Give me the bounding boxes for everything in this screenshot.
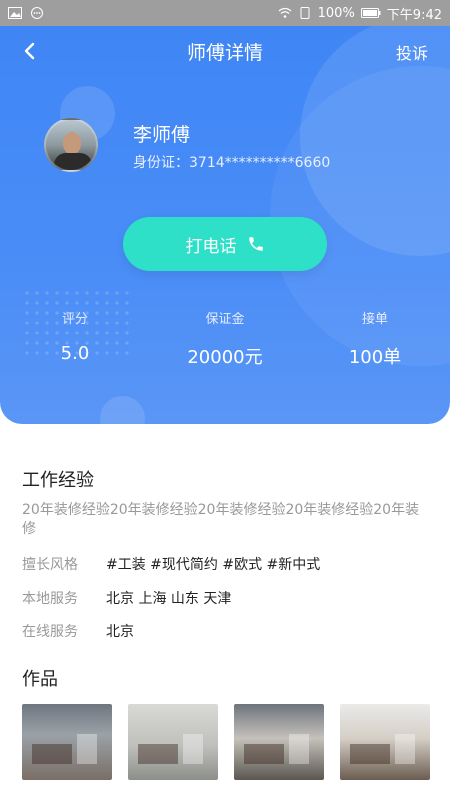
clock: 下午9:42 (386, 7, 442, 23)
section-title-experience: 工作经验 (22, 470, 94, 491)
info-value: #工装 #现代简约 #欧式 #新中式 (106, 557, 321, 573)
image-icon (8, 7, 22, 19)
stat-value: 100单 (348, 347, 402, 368)
back-button[interactable] (14, 36, 44, 66)
work-thumbnail[interactable] (234, 704, 324, 780)
message-icon (31, 7, 43, 19)
call-button-label: 打电话 (185, 236, 237, 257)
stat-orders: 接单 100单 (315, 308, 435, 369)
top-bar: 师傅详情 投诉 (0, 26, 450, 76)
stat-label: 保证金 (205, 312, 245, 327)
works-gallery (22, 704, 430, 780)
worker-name: 李师傅 (133, 124, 191, 146)
info-key: 在线服务 (22, 624, 78, 640)
stat-value: 5.0 (60, 343, 90, 364)
experience-text: 20年装修经验20年装修经验20年装修经验20年装修经验20年装修 (22, 502, 420, 537)
stat-label: 评分 (61, 312, 88, 327)
info-row-style: 擅长风格 #工装 #现代简约 #欧式 #新中式 (22, 554, 320, 574)
phone-icon (248, 237, 263, 251)
complain-button[interactable]: 投诉 (396, 40, 428, 64)
avatar (44, 118, 98, 172)
page-title: 师傅详情 (186, 41, 263, 64)
decor-circle (100, 396, 145, 424)
stat-deposit: 保证金 20000元 (165, 308, 285, 369)
work-thumbnail[interactable] (128, 704, 218, 780)
wifi-icon (278, 7, 292, 18)
work-thumbnail[interactable] (340, 704, 430, 780)
sim-icon (300, 7, 310, 19)
call-button[interactable]: 打电话 (123, 217, 327, 271)
info-row-local: 本地服务 北京 上海 山东 天津 (22, 588, 231, 608)
stat-label: 接单 (361, 312, 388, 327)
battery-icon (360, 8, 381, 18)
info-row-online: 在线服务 北京 (22, 621, 134, 641)
back-arrow-icon (24, 42, 35, 60)
info-key: 擅长风格 (22, 557, 78, 573)
battery-percent: 100% (317, 5, 355, 21)
id-card-number: 身份证：3714**********6660 (133, 155, 331, 171)
info-value: 北京 (106, 624, 134, 640)
status-bar: 100% 下午9:42 (0, 0, 450, 26)
stat-rating: 评分 5.0 (15, 308, 135, 364)
section-title-works: 作品 (22, 669, 58, 690)
stat-value: 20000元 (187, 347, 263, 368)
info-value: 北京 上海 山东 天津 (106, 591, 232, 607)
work-thumbnail[interactable] (22, 704, 112, 780)
info-key: 本地服务 (22, 591, 78, 607)
